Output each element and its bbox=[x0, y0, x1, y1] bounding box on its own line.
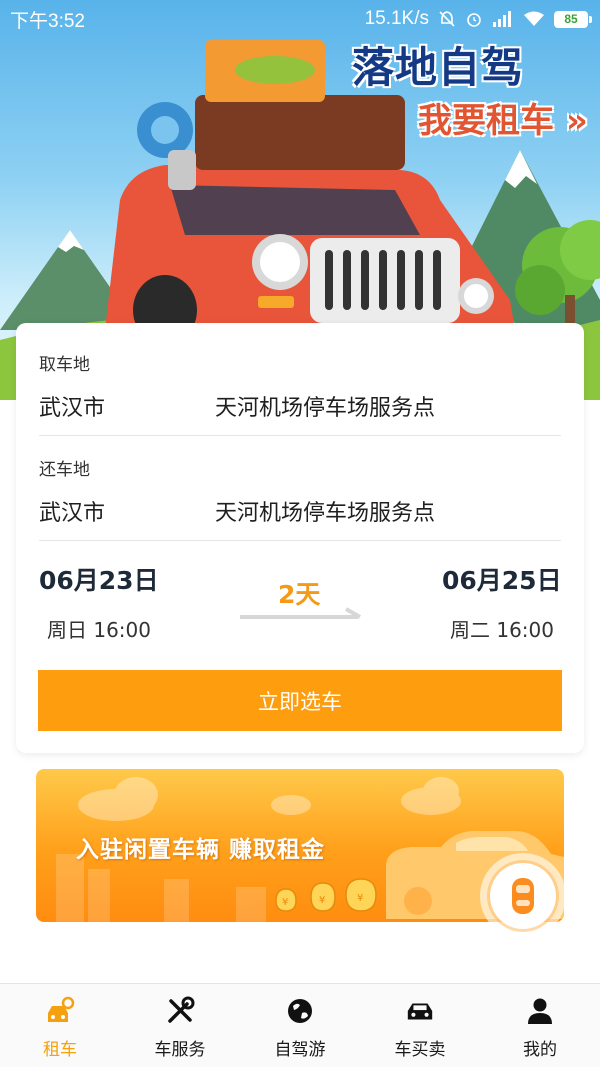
nav-item-car-service[interactable]: 车服务 bbox=[120, 984, 240, 1067]
status-icons: 15.1K/s 85 bbox=[364, 8, 592, 30]
start-date[interactable]: 06月23日 bbox=[39, 561, 159, 597]
alarm-icon bbox=[467, 13, 481, 27]
status-bar: 下午3:52 15.1K/s 85 bbox=[0, 0, 600, 38]
nav-label: 自驾游 bbox=[274, 1040, 326, 1060]
nav-item-car-trade[interactable]: 车买卖 bbox=[360, 984, 480, 1067]
signal-icon bbox=[493, 11, 511, 27]
svg-text:¥: ¥ bbox=[357, 893, 363, 904]
wifi-icon bbox=[524, 11, 544, 26]
end-date[interactable]: 06月25日 bbox=[442, 561, 562, 597]
car-icon bbox=[405, 996, 435, 1026]
bottom-nav: 租车 车服务 自驾游 车买卖 我的 bbox=[0, 983, 600, 1067]
globe-icon bbox=[285, 996, 315, 1026]
choose-car-button[interactable]: 立即选车 bbox=[38, 670, 562, 731]
nav-label: 租车 bbox=[43, 1040, 77, 1060]
pickup-location[interactable]: 天河机场停车场服务点 bbox=[215, 390, 435, 422]
divider bbox=[39, 540, 561, 541]
pickup-city[interactable]: 武汉市 bbox=[39, 390, 105, 422]
nav-item-profile[interactable]: 我的 bbox=[480, 984, 600, 1067]
pickup-label: 取车地 bbox=[39, 355, 90, 375]
start-time[interactable]: 周日 16:00 bbox=[47, 614, 151, 643]
booking-card: 取车地 武汉市 天河机场停车场服务点 还车地 武汉市 天河机场停车场服务点 06… bbox=[16, 323, 584, 753]
svg-text:¥: ¥ bbox=[319, 895, 325, 906]
tools-icon bbox=[165, 996, 195, 1026]
end-time[interactable]: 周二 16:00 bbox=[450, 614, 554, 643]
floating-car-button[interactable] bbox=[480, 853, 566, 939]
battery-icon: 85 bbox=[554, 10, 592, 28]
earn-banner-text: 入驻闲置车辆 赚取租金 bbox=[76, 837, 326, 863]
car-key-icon bbox=[45, 996, 75, 1026]
nav-item-rent[interactable]: 租车 bbox=[0, 984, 120, 1067]
arrow-right-icon bbox=[240, 607, 361, 619]
nav-label: 车服务 bbox=[154, 1040, 206, 1060]
status-time: 下午3:52 bbox=[10, 10, 85, 32]
nav-item-road-trip[interactable]: 自驾游 bbox=[240, 984, 360, 1067]
mute-bell-icon bbox=[439, 11, 455, 27]
svg-text:¥: ¥ bbox=[282, 897, 288, 908]
return-label: 还车地 bbox=[39, 460, 90, 480]
nav-label: 我的 bbox=[523, 1040, 557, 1060]
car-top-icon bbox=[512, 878, 534, 914]
return-location[interactable]: 天河机场停车场服务点 bbox=[215, 495, 435, 527]
person-icon bbox=[525, 996, 555, 1026]
nav-label: 车买卖 bbox=[394, 1040, 446, 1060]
duration-label: 2天 bbox=[278, 580, 321, 609]
banner-title: 落地自驾 bbox=[352, 43, 525, 92]
net-speed: 15.1K/s bbox=[364, 8, 429, 29]
return-city[interactable]: 武汉市 bbox=[39, 495, 105, 527]
divider bbox=[39, 435, 561, 436]
rent-car-link[interactable]: 我要租车 » bbox=[418, 93, 588, 142]
